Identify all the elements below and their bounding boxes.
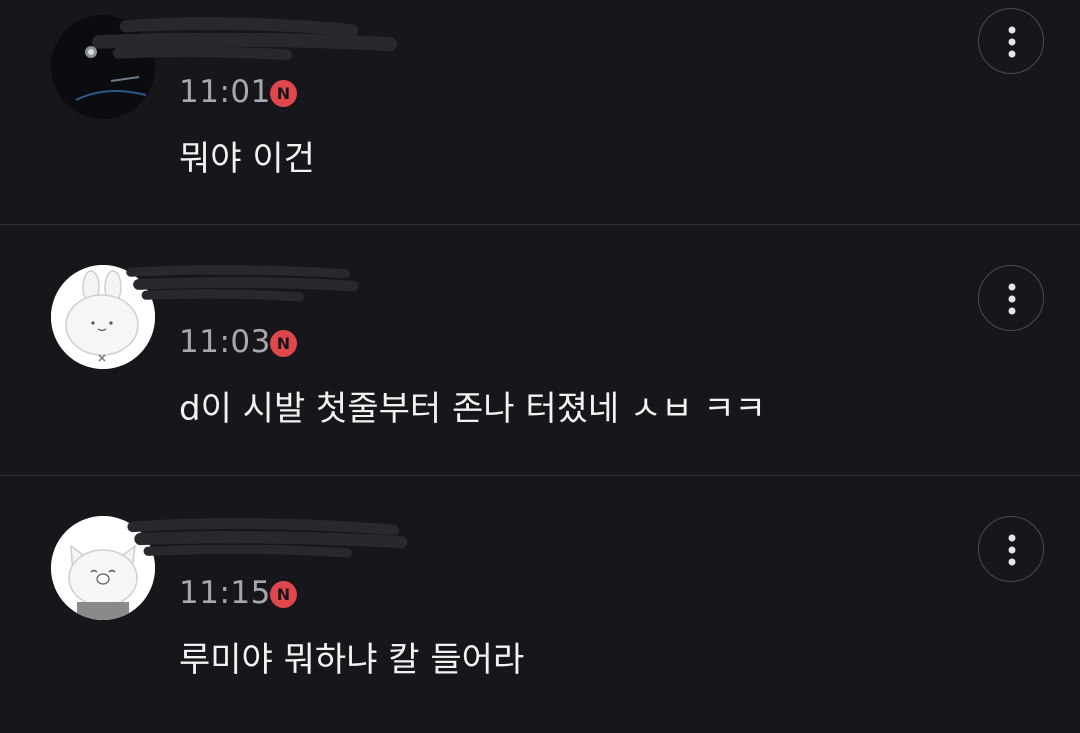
comment-item: 11:01 N 뭐야 이건	[0, 0, 1080, 225]
redacted-name	[92, 17, 398, 61]
comment-time: 11:15	[179, 575, 271, 611]
comment-time: 11:03	[179, 324, 271, 360]
comment-list: 11:01 N 뭐야 이건 11:03 N d이 시발 첫줄부터 존나 터졌네 …	[0, 0, 1080, 733]
comment-text: 루미야 뭐하냐 칼 들어라	[179, 640, 525, 680]
comment-item: 11:03 N d이 시발 첫줄부터 존나 터졌네 ㅅㅂ ㅋㅋ	[0, 225, 1080, 475]
vertical-dots-icon	[1008, 283, 1016, 315]
comment-item: 11:15 N 루미야 뭐하냐 칼 들어라	[0, 476, 1080, 726]
new-badge: N	[270, 581, 297, 608]
redacted-name	[127, 518, 408, 558]
vertical-dots-icon	[1008, 534, 1016, 566]
comment-text: 뭐야 이건	[179, 139, 315, 179]
more-options-button[interactable]	[978, 516, 1044, 582]
redacted-name	[126, 265, 359, 302]
more-options-button[interactable]	[978, 8, 1044, 74]
comment-time: 11:01	[179, 74, 271, 110]
more-options-button[interactable]	[978, 265, 1044, 331]
new-badge: N	[270, 80, 297, 107]
comment-text: d이 시발 첫줄부터 존나 터졌네 ㅅㅂ ㅋㅋ	[179, 389, 766, 429]
new-badge: N	[270, 330, 297, 357]
vertical-dots-icon	[1008, 26, 1016, 58]
